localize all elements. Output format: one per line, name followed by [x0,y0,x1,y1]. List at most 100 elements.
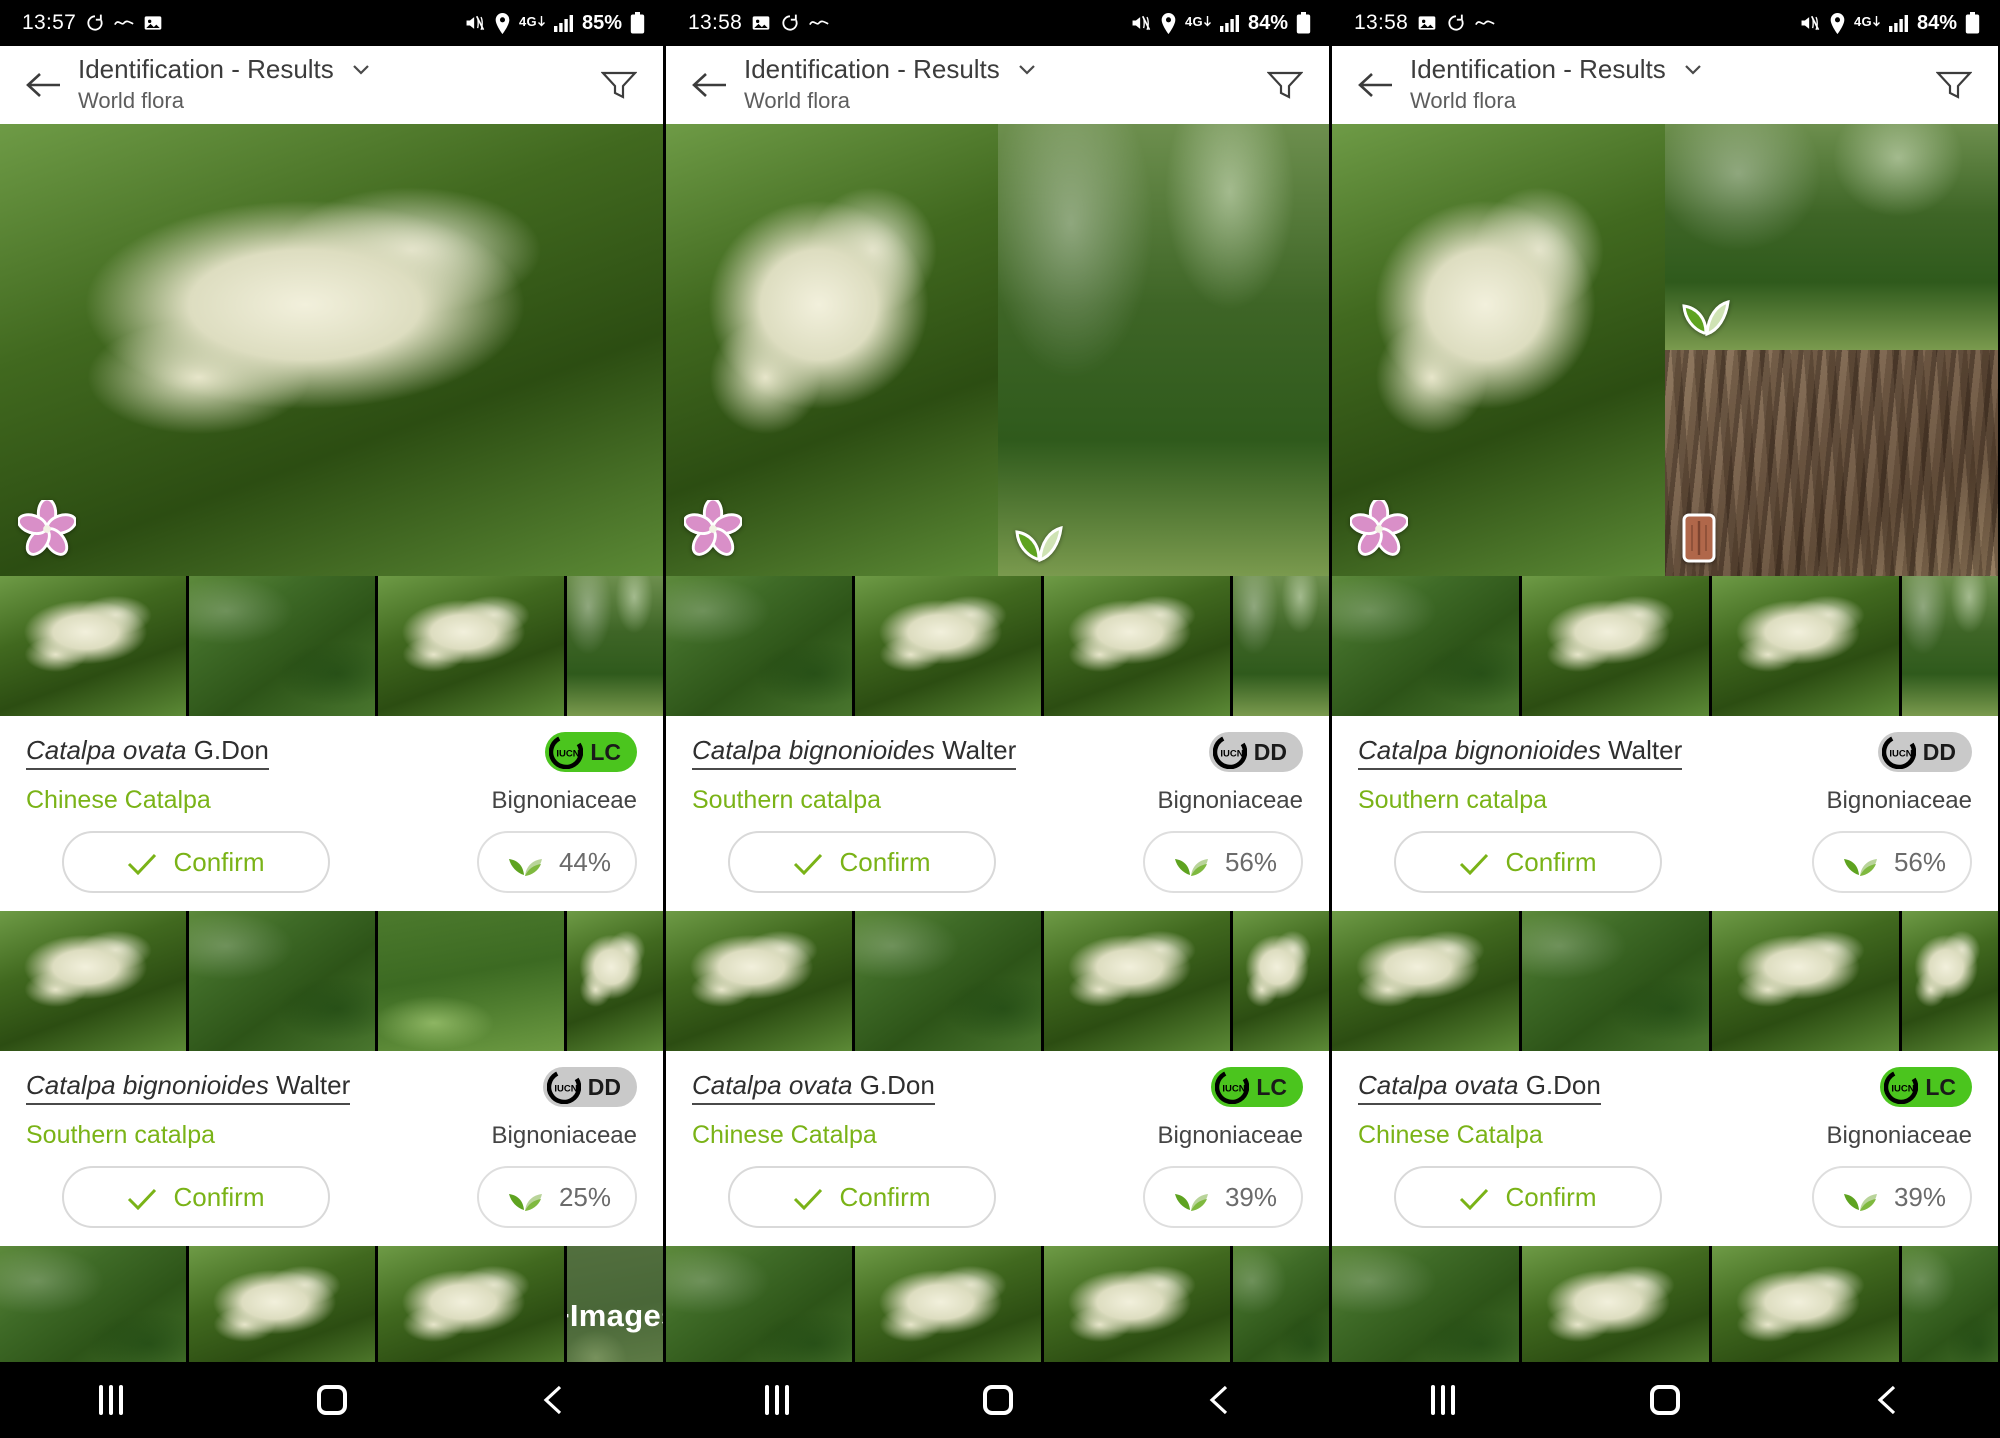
thumbnail[interactable] [0,911,186,1051]
home-button[interactable] [968,1380,1028,1420]
back-button[interactable] [1352,62,1398,108]
confirm-button[interactable]: Confirm [62,831,330,893]
thumbnail[interactable] [1712,911,1899,1051]
thumbnail[interactable] [1902,911,1998,1051]
thumbnail[interactable] [189,911,375,1051]
scientific-name[interactable]: Catalpa bignonioides Walter [692,735,1017,770]
thumbnail[interactable] [1332,911,1519,1051]
results-scroll-area[interactable]: Catalpa bignonioides Walter IUCN DD Sout… [1332,124,1998,1362]
iucn-logo-icon: IUCN [1212,734,1248,770]
species-thumbnail-strip[interactable] [1332,911,1998,1051]
confirm-label: Confirm [839,1181,931,1212]
thumbnail[interactable] [1044,1246,1230,1362]
back-button[interactable] [20,62,66,108]
match-score-pill[interactable]: 56% [1143,831,1303,893]
species-thumbnail-strip[interactable] [666,1246,1329,1362]
thumbnail[interactable] [567,911,663,1051]
thumbnail[interactable] [666,1246,852,1362]
chevron-down-icon[interactable] [350,59,372,81]
query-photo-flower[interactable] [0,124,663,576]
chevron-down-icon[interactable] [1682,59,1704,81]
match-score-pill[interactable]: 56% [1812,831,1972,893]
recents-button[interactable] [81,1380,141,1420]
thumbnail[interactable] [1522,911,1709,1051]
thumbnail[interactable] [189,1246,375,1362]
thumbnail[interactable] [666,911,852,1051]
thumbnail[interactable] [1233,1246,1329,1362]
query-photo-flower[interactable] [1332,124,1665,576]
thumbnail[interactable] [189,576,375,716]
thumbnail[interactable] [1522,576,1709,716]
scientific-name[interactable]: Catalpa ovata G.Don [692,1070,935,1105]
species-thumbnail-strip[interactable] [0,576,663,716]
status-bar-left: 13:58 [1354,11,1495,35]
thumbnail[interactable] [1233,576,1329,716]
status-clock: 13:58 [688,11,743,34]
filter-button[interactable] [597,63,641,107]
thumbnail[interactable] [1902,576,1998,716]
thumbnail[interactable] [1522,1246,1709,1362]
thumbnail[interactable] [1233,911,1329,1051]
thumbnail[interactable] [378,1246,564,1362]
query-photo-leaf[interactable] [1665,124,1998,350]
thumbnail[interactable] [855,576,1041,716]
match-score-pill[interactable]: 39% [1812,1166,1972,1228]
confirm-button[interactable]: Confirm [62,1166,330,1228]
scientific-name[interactable]: Catalpa bignonioides Walter [1358,735,1683,770]
confirm-button[interactable]: Confirm [728,831,996,893]
species-thumbnail-strip[interactable] [0,911,663,1051]
thumbnail[interactable] [666,576,852,716]
species-thumbnail-strip[interactable] [1332,576,1998,716]
thumbnail[interactable] [855,1246,1041,1362]
thumbnail[interactable] [378,576,564,716]
thumbnail[interactable] [378,911,564,1051]
back-button[interactable] [686,62,732,108]
thumbnail[interactable] [1044,911,1230,1051]
recents-button[interactable] [747,1380,807,1420]
filter-button[interactable] [1932,63,1976,107]
thumbnail[interactable] [567,576,663,716]
thumbnail[interactable] [855,911,1041,1051]
common-name: Chinese Catalpa [692,1121,877,1149]
thumbnail[interactable] [1712,1246,1899,1362]
species-thumbnail-strip[interactable]: +Images [0,1246,663,1362]
thumbnail[interactable] [1044,576,1230,716]
scientific-name[interactable]: Catalpa bignonioides Walter [26,1070,351,1105]
recents-icon [1431,1385,1455,1415]
thumbnail[interactable] [1332,576,1519,716]
thumbnail[interactable] [1712,576,1899,716]
species-thumbnail-strip[interactable] [666,576,1329,716]
query-photo-leaf[interactable] [997,124,1329,576]
confirm-button[interactable]: Confirm [728,1166,996,1228]
thumbnail[interactable] [0,576,186,716]
species-thumbnail-strip[interactable] [1332,1246,1998,1362]
species-thumbnail-strip[interactable] [666,911,1329,1051]
query-photo-bark[interactable] [1665,350,1998,576]
scientific-name[interactable]: Catalpa ovata G.Don [1358,1070,1601,1105]
confirm-button[interactable]: Confirm [1394,1166,1662,1228]
results-scroll-area[interactable]: Catalpa bignonioides Walter IUCN DD Sout… [666,124,1329,1362]
home-button[interactable] [302,1380,362,1420]
match-score-pill[interactable]: 39% [1143,1166,1303,1228]
nav-back-button[interactable] [523,1380,583,1420]
recents-button[interactable] [1413,1380,1473,1420]
query-photo-flower[interactable] [666,124,998,576]
scientific-name[interactable]: Catalpa ovata G.Don [26,735,269,770]
result-card: Catalpa ovata G.Don IUCN LC Chinese Cata… [1332,1051,1998,1246]
nav-back-button[interactable] [1857,1380,1917,1420]
home-button[interactable] [1635,1380,1695,1420]
thumbnail[interactable] [1332,1246,1519,1362]
confirm-button[interactable]: Confirm [1394,831,1662,893]
match-score-pill[interactable]: 44% [477,831,637,893]
thumbnail-more-images[interactable]: +Images [567,1246,663,1362]
filter-button[interactable] [1263,63,1307,107]
match-score-pill[interactable]: 25% [477,1166,637,1228]
result-card: Catalpa bignonioides Walter IUCN DD Sout… [0,1051,663,1246]
screenshot-triptych: 13:57 4G 85% Identification - Results Wo… [0,0,2000,1438]
thumbnail[interactable] [0,1246,186,1362]
nav-back-button[interactable] [1189,1380,1249,1420]
chevron-down-icon[interactable] [1016,59,1038,81]
results-scroll-area[interactable]: Catalpa ovata G.Don IUCN LC Chinese Cata… [0,124,663,1362]
signal-icon [1888,14,1909,32]
thumbnail[interactable] [1902,1246,1998,1362]
